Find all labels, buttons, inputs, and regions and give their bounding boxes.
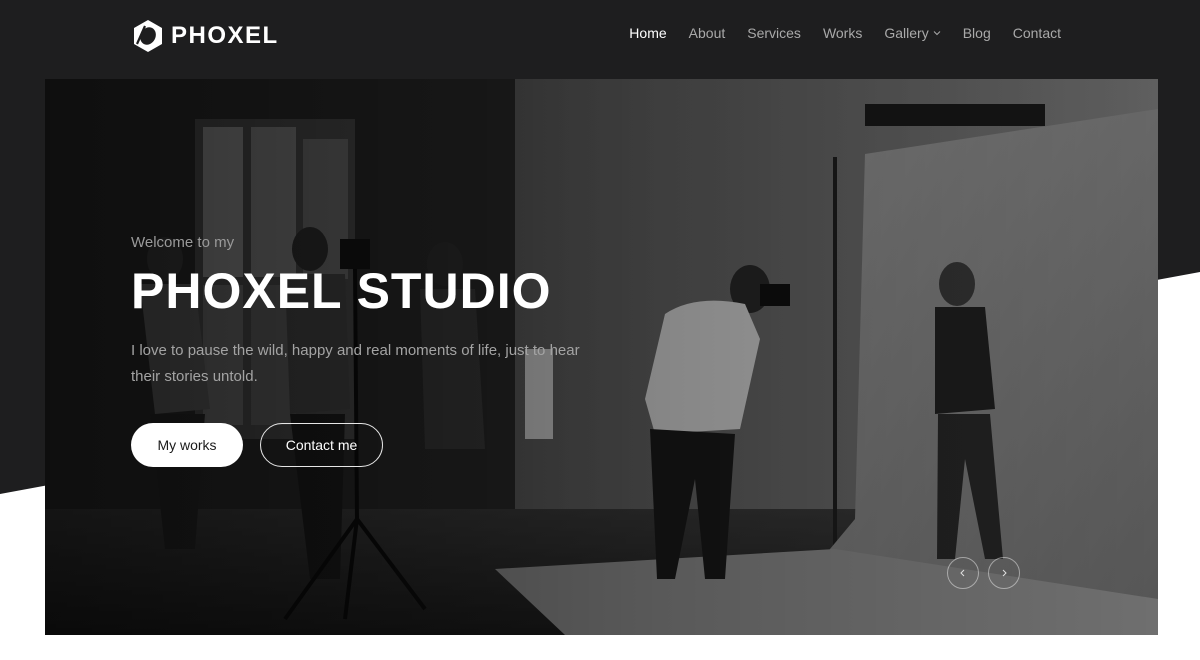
nav-item-blog[interactable]: Blog [963,25,991,41]
hero-title: PHOXEL STUDIO [131,263,552,319]
chevron-left-icon [959,569,967,577]
brand-name: PHOXEL [171,22,279,49]
brand-logo[interactable]: PHOXEL [131,18,279,54]
my-works-button[interactable]: My works [131,423,243,467]
hexagon-ring-logo-icon [131,18,165,54]
hero-actions: My works Contact me [131,423,383,467]
nav-item-home[interactable]: Home [629,25,666,41]
hero-slider: Welcome to my PHOXEL STUDIO I love to pa… [45,79,1158,635]
nav-item-about[interactable]: About [689,25,726,41]
hero-welcome-text: Welcome to my [131,234,235,251]
slider-prev-button[interactable] [947,557,979,589]
nav-item-services[interactable]: Services [747,25,801,41]
hero-description: I love to pause the wild, happy and real… [131,342,580,385]
slider-controls [947,557,1029,589]
site-header: PHOXEL Home About Services Works Gallery… [0,0,1200,72]
nav-item-gallery[interactable]: Gallery [884,25,941,41]
chevron-right-icon [1000,569,1008,577]
main-nav: Home About Services Works Gallery Blog C… [607,25,1061,41]
contact-me-button[interactable]: Contact me [260,423,383,467]
slider-next-button[interactable] [988,557,1020,589]
nav-item-works[interactable]: Works [823,25,862,41]
nav-item-gallery-label: Gallery [884,25,929,41]
hero-content: Welcome to my PHOXEL STUDIO I love to pa… [131,234,651,390]
nav-item-contact[interactable]: Contact [1013,25,1061,41]
chevron-down-icon [933,29,941,37]
